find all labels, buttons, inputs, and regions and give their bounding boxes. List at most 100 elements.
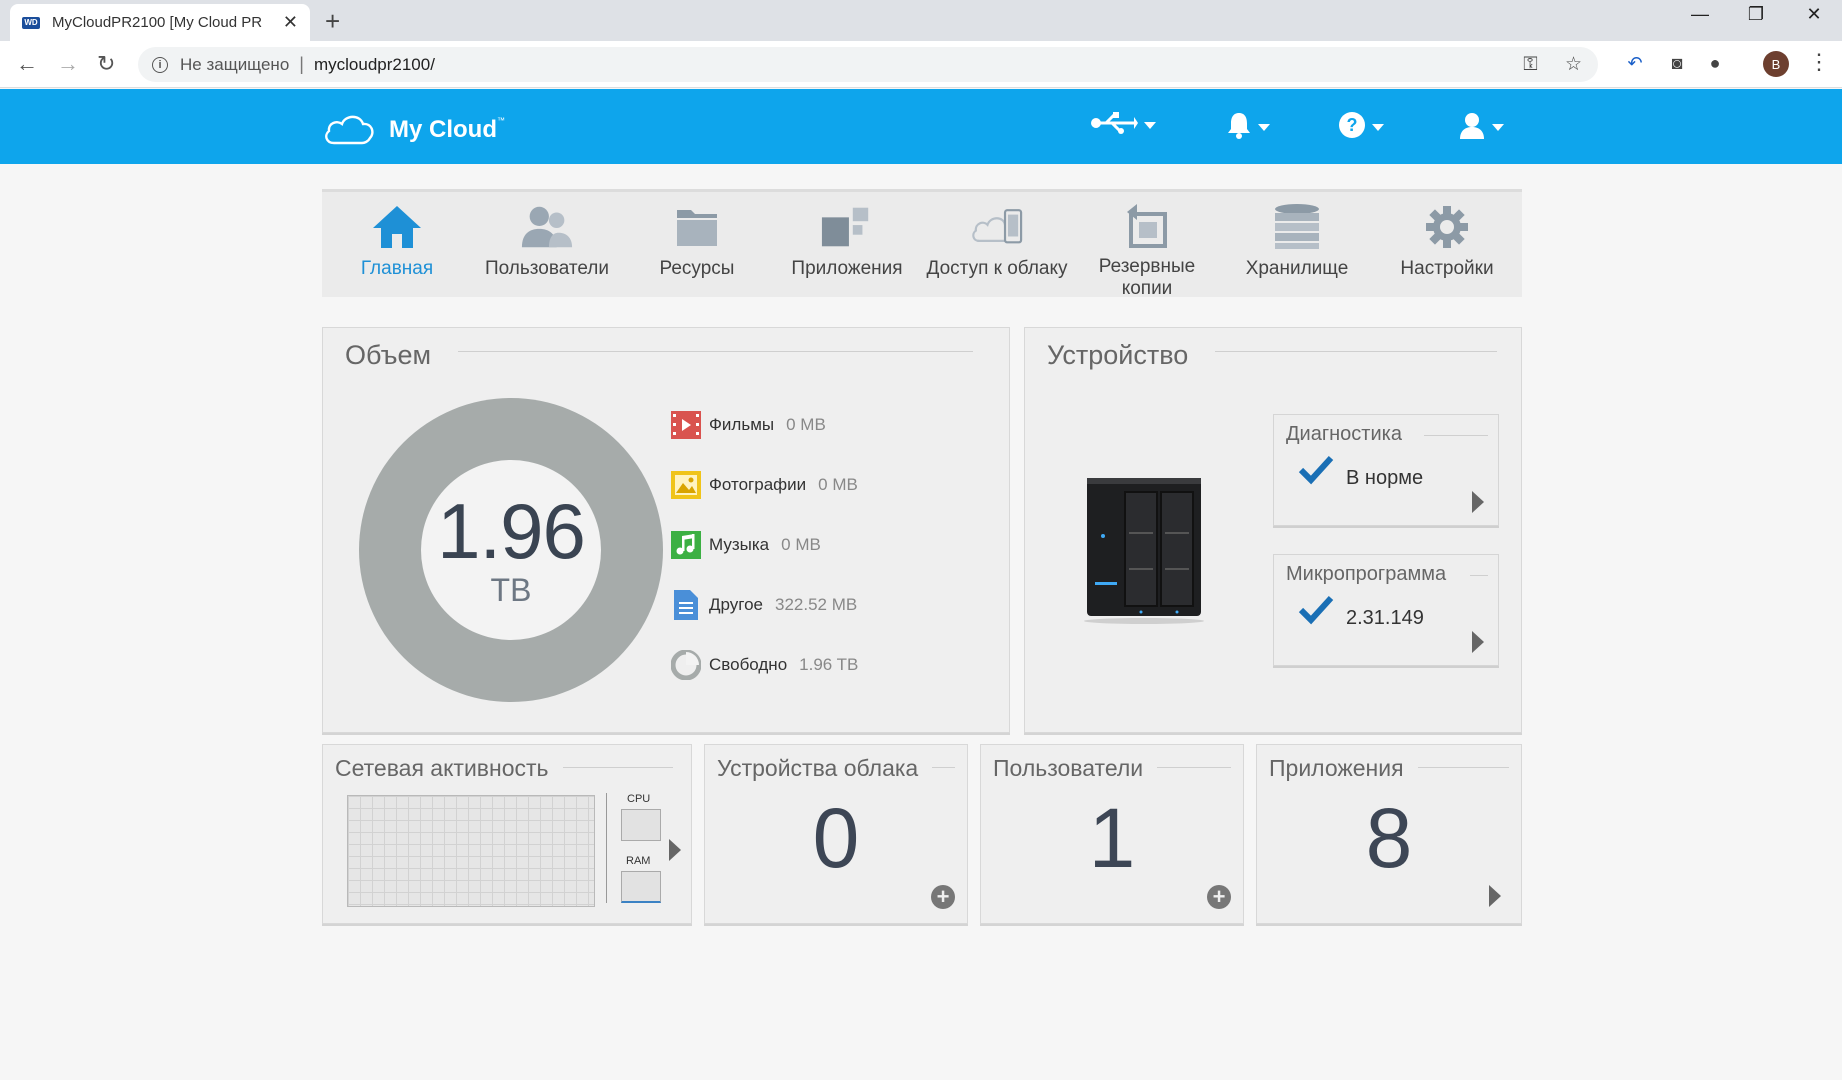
capacity-title: Объем [345, 340, 454, 371]
pocket-extension-icon[interactable]: ◙ [1666, 53, 1688, 75]
profile-avatar[interactable]: B [1763, 51, 1789, 77]
diagnostics-title: Диагностика [1286, 423, 1412, 446]
notifications-menu-button[interactable] [1226, 111, 1270, 139]
network-activity-graph [347, 795, 595, 907]
address-bar[interactable]: i Не защищено | mycloudpr2100/ ⚿ ☆ [138, 47, 1598, 82]
nav-item-shares[interactable]: Ресурсы [622, 192, 772, 297]
arrow-right-icon[interactable] [1472, 631, 1484, 653]
firmware-title: Микропрограмма [1286, 563, 1457, 586]
bell-icon [1228, 113, 1250, 139]
chevron-down-icon [1372, 123, 1384, 131]
checkmark-icon [1298, 595, 1334, 625]
nav-item-apps[interactable]: Приложения [772, 192, 922, 297]
shield-extension-icon[interactable]: ● [1704, 53, 1726, 75]
users-title: Пользователи [993, 755, 1158, 782]
chevron-down-icon [1258, 123, 1270, 131]
browser-menu-icon[interactable]: ⋮ [1808, 49, 1830, 75]
usb-menu-button[interactable] [1090, 111, 1156, 135]
usb-icon [1091, 112, 1138, 134]
arrow-right-icon[interactable] [1489, 885, 1501, 907]
key-icon[interactable]: ⚿ [1523, 54, 1537, 75]
device-title: Устройство [1047, 340, 1211, 371]
user-icon [1460, 113, 1484, 139]
arrow-right-icon[interactable] [669, 839, 681, 861]
apps-panel: Приложения 8 [1256, 744, 1522, 924]
info-icon[interactable]: i [152, 56, 168, 73]
ram-meter [621, 871, 661, 903]
ram-label: RAM [626, 855, 651, 867]
cloud-devices-title: Устройства облака [717, 755, 933, 782]
firmware-version: 2.31.149 [1346, 607, 1424, 629]
chevron-down-icon [1492, 123, 1504, 131]
svg-text:?: ? [1347, 115, 1358, 135]
back-icon[interactable]: ← [16, 51, 38, 77]
reload-icon[interactable]: ↻ [97, 51, 115, 77]
insecure-label: Не защищено [180, 54, 290, 74]
nav-item-cloud-access[interactable]: Доступ к облаку [922, 192, 1072, 297]
apps-title: Приложения [1269, 755, 1418, 782]
folder-icon [677, 210, 717, 246]
nav-item-storage[interactable]: Хранилище [1222, 192, 1372, 297]
legend-item-movies: Фильмы 0 MB [671, 410, 826, 440]
nav-item-users[interactable]: Пользователи [472, 192, 622, 297]
film-icon [671, 410, 701, 440]
capacity-panel: Объем 1.96 TB Фильмы 0 MB Фотографии 0 M… [322, 327, 1010, 733]
forward-icon[interactable]: → [57, 51, 79, 77]
capacity-donut-chart: 1.96 TB [359, 398, 663, 702]
legend-item-photos: Фотографии 0 MB [671, 470, 858, 500]
diagnostics-status: В норме [1346, 467, 1424, 489]
app-header: My Cloud™ ? [0, 89, 1842, 164]
legend-item-free: Свободно 1.96 TB [671, 650, 858, 680]
diagnostics-card[interactable]: Диагностика В норме [1273, 414, 1499, 526]
document-icon [671, 590, 701, 620]
add-cloud-device-button[interactable]: + [931, 885, 955, 909]
nav-item-backups[interactable]: Резервные копии [1072, 192, 1222, 299]
help-icon: ? [1339, 112, 1365, 138]
apps-count: 8 [1365, 791, 1413, 885]
tab-close-icon[interactable]: ✕ [283, 12, 298, 33]
new-tab-icon[interactable]: + [325, 6, 340, 37]
url-text[interactable]: mycloudpr2100/ [314, 55, 435, 75]
cpu-meter [621, 809, 661, 841]
nas-device-image [1084, 478, 1204, 624]
legend-item-music: Музыка 0 MB [671, 530, 821, 560]
checkmark-icon [1298, 455, 1334, 485]
apps-icon [821, 207, 869, 247]
home-icon [373, 206, 421, 248]
minimize-icon[interactable]: — [1680, 4, 1720, 25]
chevron-down-icon [1144, 121, 1156, 129]
restore-icon[interactable]: ❐ [1736, 4, 1776, 25]
free-space-icon [671, 650, 701, 680]
users-panel: Пользователи 1 + [980, 744, 1244, 924]
tab-title: MyCloudPR2100 [My Cloud PR2100] [52, 14, 262, 31]
browser-tabstrip: WD MyCloudPR2100 [My Cloud PR2100] ✕ + —… [0, 0, 1842, 41]
arrow-right-icon[interactable] [1472, 491, 1484, 513]
main-nav: Главная Пользователи Ресурсы Приложения … [322, 189, 1522, 299]
window-close-icon[interactable]: ✕ [1794, 4, 1834, 25]
legend-item-other: Другое 322.52 MB [671, 590, 857, 620]
nav-item-home[interactable]: Главная [322, 192, 472, 297]
cloud-devices-count: 0 [812, 791, 860, 885]
firmware-card[interactable]: Микропрограмма 2.31.149 [1273, 554, 1499, 666]
browser-tab[interactable]: WD MyCloudPR2100 [My Cloud PR2100] ✕ [10, 4, 310, 41]
app-logo-text: My Cloud™ [389, 116, 505, 143]
device-panel: Устройство Диагностика В норме Микропрог… [1024, 327, 1522, 733]
help-menu-button[interactable]: ? [1338, 111, 1384, 139]
photo-icon [671, 470, 701, 500]
nav-item-settings[interactable]: Настройки [1372, 192, 1522, 297]
cloud-devices-panel: Устройства облака 0 + [704, 744, 968, 924]
browser-toolbar: ← → ↻ i Не защищено | mycloudpr2100/ ⚿ ☆… [0, 41, 1842, 88]
network-activity-panel: Сетевая активность CPU RAM [322, 744, 692, 924]
network-activity-title: Сетевая активность [335, 755, 563, 782]
add-user-button[interactable]: + [1207, 885, 1231, 909]
undo-extension-icon[interactable]: ↶ [1624, 53, 1646, 75]
backup-icon [1127, 204, 1167, 248]
bookmark-star-icon[interactable]: ☆ [1565, 54, 1582, 75]
wd-favicon-icon: WD [22, 16, 40, 29]
capacity-total-unit: TB [490, 571, 532, 608]
cloud-logo-icon [325, 115, 374, 145]
account-menu-button[interactable] [1458, 111, 1504, 139]
storage-icon [1275, 204, 1319, 249]
cpu-label: CPU [627, 793, 651, 805]
gear-icon [1426, 206, 1468, 248]
